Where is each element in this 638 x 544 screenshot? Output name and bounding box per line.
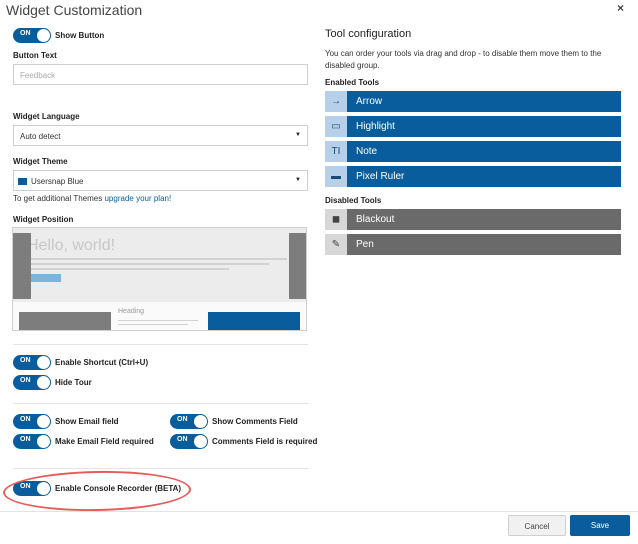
position-left-handle[interactable] [13,233,31,299]
toggle-knob [194,435,207,448]
show-comments-label: Show Comments Field [212,417,298,426]
preview-subheading: Heading [118,308,145,315]
widget-theme-select[interactable]: Usersnap Blue ▼ [13,170,308,191]
tool-blackout[interactable]: ◼ Blackout [325,209,621,230]
toggle-on-text: ON [20,416,31,423]
toggle-on-text: ON [177,436,188,443]
tool-configuration-description: You can order your tools via drag and dr… [325,49,602,70]
tool-label: Blackout [347,209,621,230]
theme-upgrade-hint: To get additional Themes upgrade your pl… [13,194,171,203]
divider [13,468,308,469]
show-comments-toggle[interactable]: ON [170,414,208,429]
tool-note[interactable]: TI Note [325,141,621,162]
email-required-label: Make Email Field required [55,437,154,446]
preview-text-line [118,320,198,321]
button-text-input[interactable]: Feedback [13,64,308,85]
blackout-icon: ◼ [325,209,347,230]
disabled-tools-label: Disabled Tools [325,196,382,205]
widget-theme-value: Usersnap Blue [31,177,84,186]
comments-required-toggle[interactable]: ON [170,434,208,449]
toggle-knob [37,29,50,42]
button-text-placeholder: Feedback [20,71,56,80]
comments-required-label: Comments Field is required [212,437,318,446]
hide-tour-label: Hide Tour [55,378,92,387]
position-bottom-left-handle[interactable] [19,312,111,330]
cancel-button[interactable]: Cancel [508,515,566,536]
tool-configuration-title: Tool configuration [325,28,412,40]
toggle-knob [37,435,50,448]
close-icon[interactable]: × [617,1,624,15]
tool-highlight[interactable]: ▭ Highlight [325,116,621,137]
upgrade-plan-link[interactable]: upgrade your plan! [104,194,171,203]
toggle-knob [37,415,50,428]
tool-pen[interactable]: ✎ Pen [325,234,621,255]
save-button[interactable]: Save [570,515,630,536]
widget-position-label: Widget Position [13,215,74,224]
arrow-icon: → [325,91,347,112]
widget-language-select[interactable]: Auto detect ▼ [13,125,308,146]
toggle-on-text: ON [20,436,31,443]
widget-language-label: Widget Language [13,112,80,121]
show-button-label: Show Button [55,31,105,40]
enabled-tools-label: Enabled Tools [325,78,380,87]
theme-swatch [18,178,27,185]
toggle-on-text: ON [20,30,31,37]
toggle-on-text: ON [20,357,31,364]
widget-language-value: Auto detect [20,132,61,141]
tool-label: Pixel Ruler [347,166,621,187]
tool-label: Arrow [347,91,621,112]
annotation-highlight-ring [2,469,192,513]
dialog-title: Widget Customization [6,2,143,18]
tool-pixel-ruler[interactable]: ▬ Pixel Ruler [325,166,621,187]
show-email-label: Show Email field [55,417,119,426]
divider [13,403,308,404]
tool-label: Highlight [347,116,621,137]
email-required-toggle[interactable]: ON [13,434,51,449]
show-email-toggle[interactable]: ON [13,414,51,429]
divider [13,344,308,345]
widget-theme-label: Widget Theme [13,157,68,166]
preview-learn-more-button [29,274,61,282]
toggle-on-text: ON [20,377,31,384]
enable-shortcut-label: Enable Shortcut (Ctrl+U) [55,358,149,367]
toggle-knob [37,356,50,369]
position-right-handle[interactable] [289,233,306,299]
tool-arrow[interactable]: → Arrow [325,91,621,112]
theme-hint-text: To get additional Themes [13,194,103,203]
highlight-icon: ▭ [325,116,347,137]
preview-hello-heading: Hello, world! [27,237,116,254]
pen-icon: ✎ [325,234,347,255]
show-button-toggle[interactable]: ON [13,28,51,43]
footer-divider [0,511,638,512]
hide-tour-toggle[interactable]: ON [13,375,51,390]
preview-text-line [118,324,188,325]
chevron-down-icon: ▼ [295,177,301,183]
button-text-label: Button Text [13,51,57,60]
toggle-knob [194,415,207,428]
widget-position-preview[interactable]: Hello, world! Heading [12,227,307,331]
preview-text-line [29,258,287,260]
enable-shortcut-toggle[interactable]: ON [13,355,51,370]
tool-label: Note [347,141,621,162]
preview-text-line [29,268,229,270]
toggle-on-text: ON [177,416,188,423]
ruler-icon: ▬ [325,166,347,187]
toggle-knob [37,376,50,389]
note-icon: TI [325,141,347,162]
chevron-down-icon: ▼ [295,132,301,138]
preview-text-line [29,263,269,265]
position-bottom-right-selected[interactable] [208,312,300,330]
tool-label: Pen [347,234,621,255]
